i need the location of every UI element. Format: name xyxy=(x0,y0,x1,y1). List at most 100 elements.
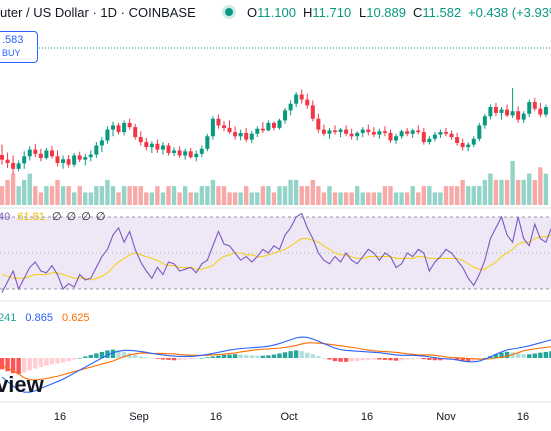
volume-bar xyxy=(66,186,71,205)
volume-bar xyxy=(166,186,171,205)
symbol-title: uter / US Dollar · 1D · COINBASE xyxy=(0,5,196,20)
volume-bar xyxy=(238,192,243,205)
candle xyxy=(277,120,282,128)
x-axis-tick-label: 16 xyxy=(54,411,66,423)
candle xyxy=(133,127,138,138)
candle xyxy=(22,156,27,164)
volume-bar xyxy=(5,179,10,205)
macd-histogram-bar xyxy=(527,354,532,358)
ohlc-low: L10.889 xyxy=(359,5,406,20)
volume-bar xyxy=(199,186,204,205)
candle xyxy=(172,150,177,153)
volume-bar xyxy=(216,186,221,205)
volume-bar xyxy=(343,192,349,205)
volume-bar xyxy=(205,186,210,205)
macd-histogram-bar xyxy=(543,351,549,358)
volume-bar xyxy=(293,179,299,205)
macd-histogram-bar xyxy=(355,358,360,362)
volume-bar xyxy=(144,192,149,205)
volume-bar xyxy=(105,179,110,205)
candle xyxy=(233,132,238,137)
macd-histogram-bar xyxy=(221,354,227,358)
macd-histogram-bar xyxy=(33,358,38,369)
macd-histogram-bar xyxy=(321,358,327,359)
candle xyxy=(333,130,337,133)
candle xyxy=(122,122,127,133)
candle xyxy=(521,113,526,120)
macd-histogram-bar xyxy=(532,353,537,358)
macd-histogram-bar xyxy=(66,358,71,362)
volume-bar xyxy=(427,186,432,205)
candle xyxy=(288,103,293,111)
candle xyxy=(360,129,365,133)
candle xyxy=(222,125,226,128)
volume-bar xyxy=(416,192,421,205)
volume-bar xyxy=(493,179,499,205)
ohlc-open: O11.100 xyxy=(247,5,296,20)
volume-bar xyxy=(271,192,277,205)
macd-histogram-bar xyxy=(410,358,415,360)
macd-histogram-bar xyxy=(399,358,404,361)
candle xyxy=(471,138,476,145)
volume-bar xyxy=(260,186,266,205)
candle xyxy=(366,129,371,133)
volume-bar xyxy=(227,192,232,205)
macd-histogram-bar xyxy=(188,358,193,360)
volume-bar xyxy=(255,192,260,205)
macd-histogram-bar xyxy=(310,354,315,358)
macd-legend: 241 0.865 0.625 xyxy=(0,312,90,324)
x-axis-tick-label: 16 xyxy=(517,411,529,423)
macd-histogram-bar xyxy=(404,358,410,360)
volume-bar xyxy=(188,192,193,205)
volume-bar xyxy=(538,167,543,205)
macd-histogram-bar xyxy=(22,358,27,373)
volume-bar xyxy=(177,192,182,205)
volume-bar xyxy=(421,186,426,205)
volume-bar xyxy=(99,186,105,205)
candle xyxy=(455,137,460,143)
volume-bar xyxy=(543,173,549,205)
candle xyxy=(316,118,321,130)
volume-bar xyxy=(194,192,199,205)
volume-bar xyxy=(404,192,410,205)
macd-histogram-bar xyxy=(216,355,221,358)
ohlc-high: H11.710 xyxy=(303,5,352,20)
volume-bar xyxy=(16,186,21,205)
macd-histogram-bar xyxy=(77,358,82,359)
volume-bar xyxy=(133,186,138,205)
candle xyxy=(66,159,71,165)
candle xyxy=(116,125,121,133)
volume-bar xyxy=(471,186,476,205)
macd-histogram-bar xyxy=(371,358,377,360)
volume-bar xyxy=(210,179,216,205)
x-axis-tick-label: 16 xyxy=(361,411,373,423)
candle xyxy=(227,127,232,133)
volume-bar xyxy=(371,192,377,205)
candle xyxy=(99,140,104,146)
volume-bar xyxy=(316,186,321,205)
candle xyxy=(338,129,343,133)
volume-bar xyxy=(71,192,77,205)
candle xyxy=(355,132,360,137)
volume-bar xyxy=(366,192,371,205)
volume-bar xyxy=(532,179,537,205)
candle xyxy=(83,157,88,160)
macd-histogram-bar xyxy=(299,351,304,358)
macd-histogram-bar xyxy=(49,358,55,365)
volume-bar xyxy=(160,192,166,205)
candle xyxy=(77,155,82,160)
candle xyxy=(460,142,465,148)
volume-bar xyxy=(127,186,132,205)
macd-line xyxy=(1,336,551,393)
volume-bar xyxy=(482,179,488,205)
candle xyxy=(238,132,243,137)
volume-bar xyxy=(149,192,155,205)
volume-bar xyxy=(49,186,55,205)
macd-histogram-bar xyxy=(232,354,238,358)
candle xyxy=(321,129,326,134)
macd-lines xyxy=(0,336,551,393)
macd-histogram-bar xyxy=(332,358,338,362)
buy-button[interactable]: .583 BUY xyxy=(0,31,38,63)
macd-histogram-bar xyxy=(60,358,66,363)
volume-bar xyxy=(33,186,38,205)
